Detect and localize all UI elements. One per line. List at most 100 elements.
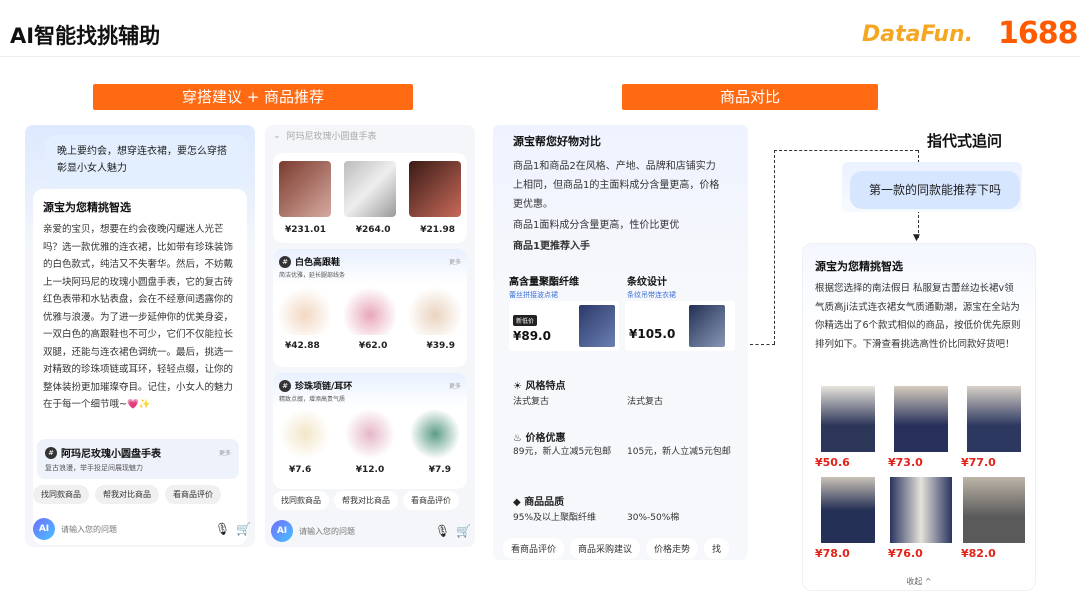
product-image[interactable] (963, 477, 1025, 543)
compare-para-2: 商品1面料成分含量更高，性价比更优 (513, 220, 680, 231)
ai-assistant-icon[interactable]: AI (33, 518, 55, 540)
product-image[interactable] (409, 161, 461, 217)
row-value-2: 法式复古 (627, 397, 664, 407)
more-link[interactable]: 更多 (449, 381, 461, 390)
input-row: AI 请输入您的问题 🎙 🛒 (33, 516, 251, 542)
input-row: AI 请输入您的问题 🎙 🛒 (271, 519, 471, 543)
chip-compare[interactable]: 帮我对比商品 (334, 491, 398, 510)
answer-title: 源宝为您精挑智选 (43, 201, 131, 214)
recommend-subtitle: 复古浪漫，举手投足间展现魅力 (45, 464, 143, 472)
chevron-down-icon[interactable]: ⌄ (273, 131, 281, 141)
product-price: ¥7.6 (289, 465, 312, 475)
header-divider (0, 56, 1080, 57)
page-title: AI智能找挑辅助 (10, 24, 161, 48)
product-1-sub: 蕾丝拼接波点裙 (509, 291, 558, 299)
compare-product-2[interactable]: 条纹设计 条纹吊带连衣裙 (627, 273, 737, 300)
product-image[interactable] (890, 477, 952, 543)
product-price: ¥62.0 (358, 341, 388, 351)
chevron-up-icon: ^ (924, 577, 932, 586)
product-price: ¥21.98 (420, 225, 455, 235)
low-price-badge: 新低价 (513, 315, 538, 326)
compare-product-1[interactable]: 高含量聚酯纤维 蕾丝拼接波点裙 (509, 273, 619, 300)
product-1-price: ¥89.0 (513, 329, 551, 343)
section-subtitle: 简洁优雅，延长腿部线条 (279, 272, 346, 279)
jewelry-section: # 珍珠项链/耳环 更多 精致点缀，增添高贵气质 ¥7.6 ¥12.0 ¥7.9 (273, 373, 467, 489)
product-image[interactable] (894, 386, 948, 452)
product-2-sub: 条纹吊带连衣裙 (627, 291, 676, 299)
product-price: ¥231.01 (285, 225, 326, 235)
chip-reviews[interactable]: 看商品评价 (165, 485, 221, 504)
compare-para-1: 商品1和商品2在风格、产地、品牌和店铺实力上相同，但商品1的主面料成分含量更高，… (513, 161, 720, 210)
section-label-outfit: 穿搭建议 + 商品推荐 (93, 84, 413, 110)
product-price: ¥7.9 (428, 465, 451, 475)
grid-product[interactable]: ¥73.0 (888, 386, 954, 469)
product-image[interactable] (579, 305, 615, 347)
cart-icon[interactable]: 🛒 (236, 522, 251, 536)
hashtag-icon: # (279, 379, 291, 392)
chip-price-trend[interactable]: 价格走势 (646, 538, 699, 559)
chip-find-same[interactable]: 找同款商品 (33, 485, 89, 504)
answer-body: 亲爱的宝贝，想要在约会夜晚闪耀迷人光芒吗？选一款优雅的连衣裙，比如带有珍珠装饰的… (43, 224, 234, 410)
product-image[interactable] (344, 409, 396, 459)
product-2-price: ¥105.0 (629, 327, 676, 341)
chip-compare[interactable]: 帮我对比商品 (95, 485, 159, 504)
product-2-name: 条纹设计 (627, 277, 667, 288)
microphone-icon[interactable]: 🎙 (215, 522, 230, 536)
product-price: ¥12.0 (355, 465, 385, 475)
product-price: ¥78.0 (815, 547, 850, 560)
followup-label: 指代式追问 (927, 132, 1003, 150)
quick-chip-row: 看商品评价 商品采购建议 价格走势 找 (503, 538, 743, 559)
chip-find-same[interactable]: 找同款商品 (273, 491, 329, 510)
product-image[interactable] (821, 386, 875, 452)
followup-bubble-bg: 第一款的同款能推荐下吗 (842, 162, 1022, 212)
product-image[interactable] (279, 409, 331, 459)
star-icon: ☀ (513, 381, 522, 392)
grid-product[interactable]: ¥50.6 (815, 386, 881, 469)
product-price: ¥77.0 (961, 456, 996, 469)
section-title: 白色高跟鞋 (295, 258, 341, 268)
product-price: ¥50.6 (815, 456, 850, 469)
product-1-card[interactable]: 新低价 ¥89.0 (509, 301, 619, 351)
hashtag-icon: # (279, 255, 291, 268)
grid-product[interactable]: ¥78.0 (815, 477, 881, 560)
product-image[interactable] (409, 409, 461, 459)
recommend-card-watch[interactable]: # 阿玛尼玫瑰小圆盘手表 更多 复古浪漫，举手投足间展现魅力 (37, 439, 239, 479)
section-label-compare: 商品对比 (622, 84, 878, 110)
product-image[interactable] (344, 285, 396, 335)
recommend-title: 阿玛尼玫瑰小圆盘手表 (61, 449, 161, 460)
grid-product[interactable]: ¥82.0 (961, 477, 1027, 560)
ai-assistant-icon[interactable]: AI (271, 520, 293, 542)
quick-chip-row: 找同款商品 帮我对比商品 看商品评价 (33, 485, 247, 504)
phone-outfit-chat: 晚上要约会，想穿连衣裙，要怎么穿搭彰显小女人魅力 源宝为您精挑智选 亲爱的宝贝，… (25, 125, 255, 547)
collapse-button[interactable]: 收起 ^ (803, 576, 1035, 587)
compare-summary: 源宝帮您好物对比 商品1和商品2在风格、产地、品牌和店铺实力上相同，但商品1的主… (503, 127, 735, 257)
microphone-icon[interactable]: 🎙 (435, 524, 450, 538)
chat-input[interactable]: 请输入您的问题 (299, 526, 429, 537)
product-image[interactable] (967, 386, 1021, 452)
product-image[interactable] (689, 305, 725, 347)
product-image[interactable] (821, 477, 875, 543)
more-link[interactable]: 更多 (449, 257, 461, 266)
more-link[interactable]: 更多 (219, 448, 231, 457)
product-image[interactable] (279, 285, 331, 335)
product-image[interactable] (344, 161, 396, 217)
logo-1688: 1688 (998, 16, 1078, 51)
chip-reviews[interactable]: 看商品评价 (503, 538, 565, 559)
cart-icon[interactable]: 🛒 (456, 524, 471, 538)
answer-body: 根据您选择的南法假日 私服复古蕾丝边长裙v领气质高ji法式连衣裙女气质通勤潮，源… (815, 283, 1021, 350)
product-price: ¥82.0 (961, 547, 996, 560)
chip-reviews[interactable]: 看商品评价 (403, 491, 459, 510)
collapsed-title: 阿玛尼玫瑰小圆盘手表 (286, 132, 377, 142)
grid-product[interactable]: ¥76.0 (888, 477, 954, 560)
product-price: ¥76.0 (888, 547, 923, 560)
chat-input[interactable]: 请输入您的问题 (61, 524, 209, 535)
compare-panel: 源宝帮您好物对比 商品1和商品2在风格、产地、品牌和店铺实力上相同，但商品1的主… (493, 125, 748, 560)
chip-purchase-advice[interactable]: 商品采购建议 (570, 538, 641, 559)
grid-product[interactable]: ¥77.0 (961, 386, 1027, 469)
chip-find[interactable]: 找 (704, 538, 730, 559)
product-2-card[interactable]: ¥105.0 (625, 301, 735, 351)
product-image[interactable] (409, 285, 461, 335)
row-label-quality: ◆ 商品品质 (513, 497, 565, 508)
row-label-style: ☀ 风格特点 (513, 381, 566, 392)
product-image[interactable] (279, 161, 331, 217)
